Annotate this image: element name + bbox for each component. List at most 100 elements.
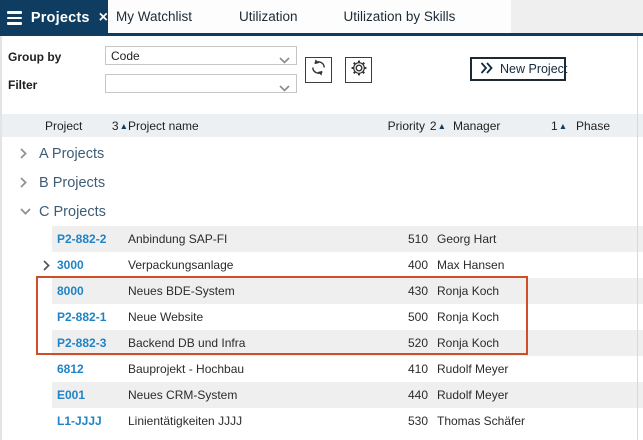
row-content: P2-882-1 Neue Website 500 Ronja Koch bbox=[52, 304, 643, 330]
table-header: Project 3▲ Project name Priority 2▲ Mana… bbox=[0, 114, 643, 137]
row-content: 8000 Neues BDE-System 430 Ronja Koch bbox=[52, 278, 643, 304]
table-body: A Projects B Projects C Projects P2-882-2 An… bbox=[0, 137, 643, 434]
column-header-project-name[interactable]: Project name bbox=[128, 119, 387, 133]
project-code-link[interactable]: P2-882-3 bbox=[52, 336, 128, 350]
priority-cell: 410 bbox=[407, 362, 428, 376]
new-project-button[interactable]: New Project bbox=[470, 57, 568, 81]
project-name-cell: Anbindung SAP-FI bbox=[128, 232, 228, 246]
table-row[interactable]: 3000 Verpackungsanlage 400 Max Hansen bbox=[0, 252, 643, 278]
priority-cell: 520 bbox=[407, 336, 428, 350]
sort-asc-icon: ▲ bbox=[119, 120, 128, 131]
project-name-cell: Verpackungsanlage bbox=[128, 258, 234, 272]
tab-projects-active[interactable]: Projects × bbox=[0, 0, 108, 36]
group-by-value: Code bbox=[111, 48, 140, 63]
project-code-link[interactable]: E001 bbox=[52, 388, 128, 402]
row-content: L1-JJJJ Linientätigkeiten JJJJ 530 Thomas S… bbox=[52, 408, 643, 434]
chevron-right-icon[interactable] bbox=[20, 177, 31, 188]
sort-order-number: 3 bbox=[111, 118, 119, 133]
project-code-link[interactable]: P2-882-2 bbox=[52, 232, 128, 246]
table-row[interactable]: 6812 Bauprojekt - Hochbau 410 Rudolf Meyer bbox=[0, 356, 643, 382]
gear-icon bbox=[350, 59, 368, 82]
chevron-down-icon bbox=[279, 53, 290, 67]
sort-indicator-priority[interactable]: 2▲ bbox=[428, 119, 446, 133]
row-indent bbox=[0, 278, 52, 304]
table-row[interactable]: 8000 Neues BDE-System 430 Ronja Koch bbox=[0, 278, 643, 304]
project-name-cell: Neue Website bbox=[128, 310, 204, 324]
toolbar: Group by Code Filter New Project bbox=[0, 36, 643, 114]
chevron-right-icon[interactable] bbox=[43, 260, 50, 274]
settings-button[interactable] bbox=[345, 57, 372, 83]
sort-indicator-project[interactable]: 3▲ bbox=[110, 119, 128, 133]
group-by-label: Group by bbox=[8, 50, 62, 64]
menu-icon[interactable] bbox=[7, 11, 22, 25]
table-row[interactable]: E001 Neues CRM-System 440 Rudolf Meyer bbox=[0, 382, 643, 408]
priority-cell: 500 bbox=[407, 310, 428, 324]
refresh-button[interactable] bbox=[305, 57, 332, 83]
row-indent bbox=[0, 356, 52, 382]
close-icon[interactable]: × bbox=[99, 10, 108, 26]
project-name-cell: Bauprojekt - Hochbau bbox=[128, 362, 245, 376]
column-header-priority[interactable]: Priority bbox=[387, 119, 425, 133]
manager-cell: Rudolf Meyer bbox=[437, 362, 509, 376]
row-indent bbox=[0, 408, 52, 434]
table-row[interactable]: P2-882-3 Backend DB und Infra 520 Ronja Koc… bbox=[0, 330, 643, 356]
project-code-link[interactable]: 3000 bbox=[52, 258, 128, 272]
sort-asc-icon: ▲ bbox=[558, 120, 568, 131]
column-header-phase[interactable]: Phase bbox=[576, 119, 610, 133]
row-content: 6812 Bauprojekt - Hochbau 410 Rudolf Meyer bbox=[52, 356, 643, 382]
manager-cell: Rudolf Meyer bbox=[437, 388, 509, 402]
refresh-icon bbox=[309, 58, 328, 82]
panel-right-border bbox=[637, 36, 638, 440]
chevron-right-icon[interactable] bbox=[20, 148, 31, 159]
project-code-link[interactable]: P2-882-1 bbox=[52, 310, 128, 324]
group-by-select[interactable]: Code bbox=[105, 46, 297, 65]
group-row[interactable]: B Projects bbox=[0, 168, 643, 197]
project-code-link[interactable]: 6812 bbox=[52, 362, 128, 376]
priority-cell: 430 bbox=[407, 284, 428, 298]
row-indent bbox=[0, 382, 52, 408]
project-name-cell: Neues CRM-System bbox=[128, 388, 238, 402]
new-project-label: New Project bbox=[500, 62, 568, 76]
table-row[interactable]: L1-JJJJ Linientätigkeiten JJJJ 530 Thomas S… bbox=[0, 408, 643, 434]
row-content: P2-882-3 Backend DB und Infra 520 Ronja Koc… bbox=[52, 330, 643, 356]
tab-my-watchlist[interactable]: My Watchlist bbox=[116, 9, 192, 24]
priority-cell: 400 bbox=[407, 258, 428, 272]
row-content: 3000 Verpackungsanlage 400 Max Hansen bbox=[52, 252, 643, 278]
tab-bar: Projects × My Watchlist Utilization Util… bbox=[0, 0, 643, 36]
project-name-cell: Backend DB und Infra bbox=[128, 336, 246, 350]
chevron-down-icon[interactable] bbox=[20, 208, 31, 215]
row-indent bbox=[0, 252, 52, 278]
group-label: B Projects bbox=[39, 174, 106, 191]
row-indent bbox=[0, 226, 52, 252]
priority-cell: 530 bbox=[407, 414, 428, 428]
group-row[interactable]: A Projects bbox=[0, 139, 643, 168]
table-row[interactable]: P2-882-1 Neue Website 500 Ronja Koch bbox=[0, 304, 643, 330]
filter-select[interactable] bbox=[105, 74, 297, 93]
column-header-manager[interactable]: Manager bbox=[453, 119, 551, 133]
panel-left-border bbox=[0, 36, 2, 440]
active-tab-label: Projects bbox=[30, 10, 90, 26]
row-content: P2-882-2 Anbindung SAP-FI 510 Georg Hart bbox=[52, 226, 643, 252]
priority-cell: 440 bbox=[407, 388, 428, 402]
tab-utilization[interactable]: Utilization bbox=[239, 9, 298, 24]
tab-utilization-by-skills[interactable]: Utilization by Skills bbox=[344, 9, 456, 24]
tab-list: My Watchlist Utilization Utilization by … bbox=[108, 0, 455, 33]
manager-cell: Ronja Koch bbox=[437, 336, 500, 350]
row-indent bbox=[0, 304, 52, 330]
column-header-project[interactable]: Project bbox=[45, 119, 110, 133]
project-name-cell: Linientätigkeiten JJJJ bbox=[128, 414, 243, 428]
row-indent bbox=[0, 330, 52, 356]
double-chevron-right-icon bbox=[480, 61, 493, 77]
table-row[interactable]: P2-882-2 Anbindung SAP-FI 510 Georg Hart bbox=[0, 226, 643, 252]
chevron-down-icon bbox=[279, 81, 290, 95]
row-content: E001 Neues CRM-System 440 Rudolf Meyer bbox=[52, 382, 643, 408]
sort-indicator-manager[interactable]: 1▲ bbox=[551, 119, 567, 133]
sort-order-number: 2 bbox=[429, 118, 437, 133]
manager-cell: Ronja Koch bbox=[437, 310, 500, 324]
project-code-link[interactable]: 8000 bbox=[52, 284, 128, 298]
sort-order-number: 1 bbox=[551, 118, 558, 133]
group-row[interactable]: C Projects bbox=[0, 197, 643, 226]
project-code-link[interactable]: L1-JJJJ bbox=[52, 414, 128, 428]
manager-cell: Georg Hart bbox=[437, 232, 497, 246]
group-label: A Projects bbox=[39, 145, 105, 162]
